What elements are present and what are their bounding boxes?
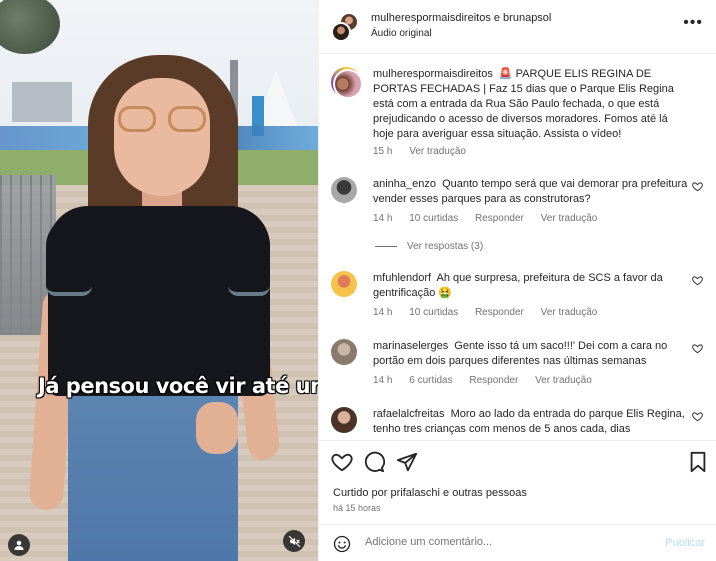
comment-likes[interactable]: 10 curtidas [409,213,458,224]
person-left-sleeve [46,216,92,296]
translate-link[interactable]: Ver tradução [541,307,598,318]
post-panel: mulherespormaisdireitos e brunapsol Áudi… [318,0,716,561]
comment-meta: 14 h 10 curtidas Responder Ver tradução [373,213,611,224]
reply-button[interactable]: Responder [475,307,524,318]
commenter-username[interactable]: mfuhlendorf [373,272,431,284]
commenter-avatar[interactable] [331,271,357,297]
more-options-icon[interactable]: ••• [683,14,703,32]
person-right-sleeve [228,216,270,296]
commenter-avatar[interactable] [331,177,357,203]
muted-speaker-icon [288,535,300,547]
author-avatar[interactable] [331,67,361,97]
view-replies-button[interactable]: Ver respostas (3) [375,241,483,252]
commenter-username[interactable]: rafaelalcfreitas [373,408,445,420]
comment-meta: 14 h 10 curtidas Responder Ver tradução [373,307,611,318]
post-actions: Curtido por prifalaschi e outras pessoas… [319,440,716,524]
post-timestamp: há 15 horas [333,503,381,513]
post-caption: mulherespormaisdireitos 🚨 PARQUE ELIS RE… [373,67,691,142]
comment-meta: 14 h 6 curtidas Responder Ver tradução [373,375,606,386]
commenter-avatar[interactable] [331,339,357,365]
mute-button[interactable] [283,530,305,552]
avatar [331,22,351,42]
comments-scroll[interactable]: mulherespormaisdireitos 🚨 PARQUE ELIS RE… [319,55,716,440]
author-username[interactable]: mulherespormaisdireitos [373,68,493,80]
caption-time: 15 h [373,146,393,157]
tagged-users-button[interactable] [8,534,30,556]
comment-likes[interactable]: 10 curtidas [409,307,458,318]
comment-body: rafaelalcfreitas Moro ao lado da entrada… [373,407,691,437]
heart-icon[interactable] [692,411,703,422]
person-hand [196,402,238,454]
comment-composer: Publicar [319,524,716,561]
publish-button[interactable]: Publicar [665,537,705,549]
share-paper-plane-icon[interactable] [396,451,418,473]
comment-time: 14 h [373,213,393,224]
save-bookmark-icon[interactable] [687,451,709,473]
like-heart-icon[interactable] [331,451,353,473]
original-audio-link[interactable]: Áudio original [371,28,432,39]
translate-link[interactable]: Ver tradução [535,375,592,386]
person-face [114,78,210,196]
translate-link[interactable]: Ver tradução [541,213,598,224]
comment-likes[interactable]: 6 curtidas [409,375,452,386]
user-icon [14,540,24,550]
liked-by-text[interactable]: Curtido por prifalaschi e outras pessoas [333,487,527,499]
reply-button[interactable]: Responder [475,213,524,224]
reel-video[interactable]: Já pensou você vir até um [0,0,318,561]
commenter-username[interactable]: aninha_enzo [373,178,436,190]
comment-time: 14 h [373,375,393,386]
comment-bubble-icon[interactable] [363,451,385,473]
video-caption: Já pensou você vir até um [38,374,318,398]
commenter-username[interactable]: marinaselerges [373,340,448,352]
heart-icon[interactable] [692,275,703,286]
comment-time: 14 h [373,307,393,318]
view-replies-label: Ver respostas (3) [407,241,484,252]
caption-translate-link[interactable]: Ver tradução [409,146,466,157]
comment-input[interactable] [365,536,645,548]
person-jeans [68,372,238,561]
video-building [12,82,72,122]
caption-meta: 15 h Ver tradução [373,146,480,157]
heart-icon[interactable] [692,181,703,192]
person-glasses [118,106,208,132]
collab-avatars[interactable] [331,12,359,42]
reply-button[interactable]: Responder [469,375,518,386]
comment-body: mfuhlendorf Ah que surpresa, prefeitura … [373,271,691,301]
comment-body: aninha_enzo Quanto tempo será que vai de… [373,177,691,207]
emoji-icon[interactable] [333,535,351,553]
heart-icon[interactable] [692,343,703,354]
header-usernames[interactable]: mulherespormaisdireitos e brunapsol [371,12,551,24]
comment-body: marinaselerges Gente isso tá um saco!!!'… [373,339,691,369]
post-header: mulherespormaisdireitos e brunapsol Áudi… [319,0,716,54]
commenter-avatar[interactable] [331,407,357,433]
